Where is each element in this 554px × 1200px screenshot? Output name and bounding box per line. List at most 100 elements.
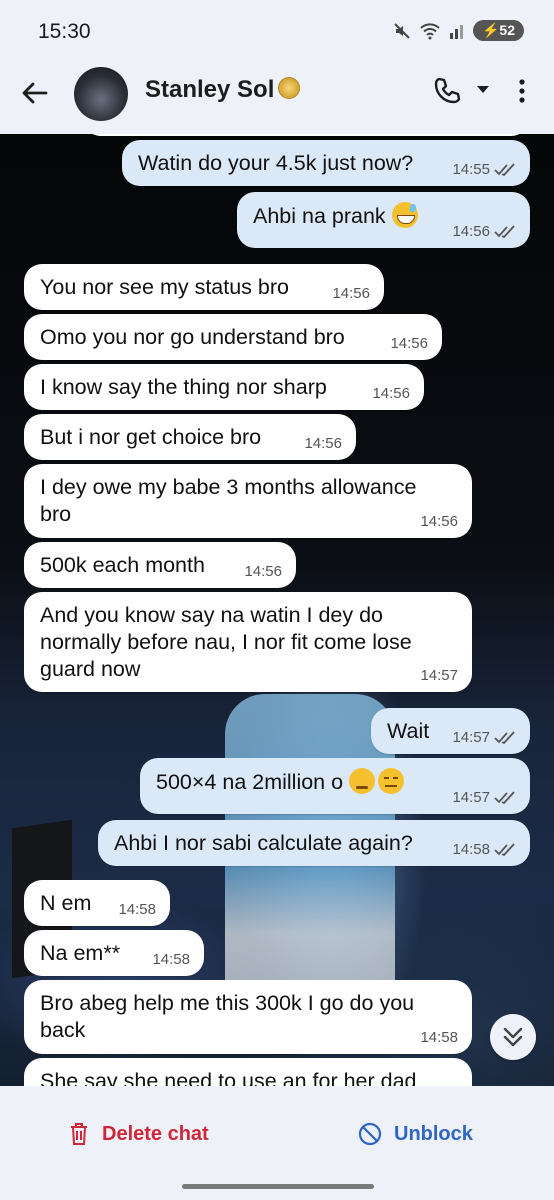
- message-line: I dey owe my babe 3 months allowance: [40, 475, 417, 499]
- message-text: But i nor get choice bro: [40, 425, 262, 449]
- message-meta: 14:56: [452, 223, 516, 240]
- coin-icon: [278, 77, 301, 99]
- message-line: And you know say na watin I dey do: [40, 603, 384, 627]
- status-time: 15:30: [38, 20, 91, 43]
- chat-area[interactable]: Watin do your 4.5k just now? 14:55 Ahbi …: [0, 134, 554, 1086]
- message-time: 14:57: [420, 667, 458, 684]
- signal-icon: [449, 24, 463, 39]
- message-meta: 14:56: [372, 385, 410, 402]
- system-icons: ⚡52: [393, 20, 524, 41]
- double-check-icon: [494, 162, 515, 176]
- chevron-down-icon[interactable]: [474, 80, 492, 98]
- message-meta: 14:56: [390, 335, 428, 352]
- message-text: Ahbi I nor sabi calculate again?: [114, 831, 413, 855]
- message-bubble-partial: [86, 134, 526, 136]
- message-text: Bro abeg help me this 300k I go do you ba…: [40, 990, 414, 1044]
- message-meta: 14:55: [452, 161, 516, 178]
- message-bubble-outgoing[interactable]: Watin do your 4.5k just now? 14:55: [122, 140, 530, 186]
- message-text: Na em**: [40, 941, 121, 965]
- message-bubble-outgoing[interactable]: 500×4 na 2million o 14:57: [140, 758, 530, 814]
- message-time: 14:55: [452, 161, 490, 178]
- unblock-button[interactable]: Unblock: [358, 1122, 473, 1146]
- wifi-icon: [420, 22, 440, 39]
- back-arrow-icon[interactable]: [20, 78, 50, 108]
- message-line: bro: [40, 502, 72, 526]
- message-time: 14:56: [244, 563, 282, 580]
- message-meta: 14:56: [420, 513, 458, 530]
- message-bubble-incoming[interactable]: You nor see my status bro 14:56: [24, 264, 384, 310]
- double-check-icon: [494, 224, 515, 238]
- message-meta: 14:58: [420, 1029, 458, 1046]
- message-bubble-outgoing[interactable]: Ahbi I nor sabi calculate again? 14:58: [98, 820, 530, 866]
- trash-icon: [71, 1123, 87, 1145]
- delete-chat-label: Delete chat: [102, 1122, 209, 1145]
- message-bubble-incoming[interactable]: I dey owe my babe 3 months allowance bro …: [24, 464, 472, 538]
- message-time: 14:56: [332, 285, 370, 302]
- grinning-sweat-emoji: [391, 202, 418, 228]
- message-bubble-incoming[interactable]: But i nor get choice bro 14:56: [24, 414, 356, 460]
- contact-name[interactable]: Stanley Sol: [145, 76, 301, 104]
- message-text: Watin do your 4.5k just now?: [138, 151, 414, 175]
- message-text: You nor see my status bro: [40, 275, 289, 299]
- message-bubble-incoming[interactable]: Bro abeg help me this 300k I go do you ba…: [24, 980, 472, 1054]
- double-chevron-down-icon: [503, 1027, 523, 1047]
- message-text-span: 500×4 na 2million o: [156, 770, 344, 794]
- message-text: N em: [40, 891, 92, 915]
- message-time: 14:56: [420, 513, 458, 530]
- message-line: Bro abeg help me this 300k I go do you: [40, 991, 415, 1015]
- message-meta: 14:58: [452, 841, 516, 858]
- message-time: 14:56: [304, 435, 342, 452]
- message-bubble-outgoing[interactable]: Ahbi na prank 14:56: [237, 192, 530, 248]
- message-text: 500k each month: [40, 553, 205, 577]
- message-time: 14:58: [420, 1029, 458, 1046]
- avatar[interactable]: [74, 67, 128, 121]
- delete-chat-button[interactable]: Delete chat: [68, 1122, 209, 1146]
- message-text: I know say the thing nor sharp: [40, 375, 327, 399]
- phone-icon[interactable]: [432, 76, 462, 106]
- message-text: 500×4 na 2million o: [156, 768, 405, 796]
- message-bubble-outgoing[interactable]: Wait 14:57: [371, 708, 530, 754]
- message-time: 14:56: [452, 223, 490, 240]
- message-time: 14:57: [452, 789, 490, 806]
- block-icon: [358, 1122, 382, 1146]
- unblock-label: Unblock: [394, 1122, 473, 1145]
- message-meta: 14:58: [152, 951, 190, 968]
- status-bar: 15:30 ⚡52: [0, 0, 554, 62]
- message-time: 14:58: [118, 901, 156, 918]
- message-bubble-incoming[interactable]: Omo you nor go understand bro 14:56: [24, 314, 442, 360]
- chat-header: Stanley Sol: [0, 62, 554, 134]
- message-meta: 14:57: [420, 667, 458, 684]
- disappointed-emoji: [349, 768, 376, 794]
- scroll-to-bottom-button[interactable]: [490, 1014, 536, 1060]
- double-check-icon: [494, 842, 515, 856]
- message-bubble-incoming[interactable]: Na em** 14:58: [24, 930, 204, 976]
- message-bubble-incoming[interactable]: I know say the thing nor sharp 14:56: [24, 364, 424, 410]
- message-bubble-incoming[interactable]: 500k each month 14:56: [24, 542, 296, 588]
- message-meta: 14:58: [118, 901, 156, 918]
- message-meta: 14:56: [244, 563, 282, 580]
- double-check-icon: [494, 730, 515, 744]
- message-bubble-incoming[interactable]: She say she need to use an for her dad: [24, 1058, 472, 1086]
- home-indicator[interactable]: [182, 1184, 374, 1189]
- blocked-actions-bar: Delete chat Unblock: [0, 1086, 554, 1200]
- message-text: She say she need to use an for her dad: [40, 1069, 417, 1086]
- message-meta: 14:56: [332, 285, 370, 302]
- message-text: Omo you nor go understand bro: [40, 325, 345, 349]
- double-check-icon: [494, 790, 515, 804]
- message-bubble-incoming[interactable]: N em 14:58: [24, 880, 170, 926]
- message-text: Ahbi na prank: [253, 202, 418, 230]
- more-vertical-icon[interactable]: [512, 76, 532, 106]
- message-meta: 14:57: [452, 789, 516, 806]
- expressionless-emoji: [378, 768, 405, 794]
- message-line: back: [40, 1018, 86, 1042]
- message-time: 14:58: [452, 841, 490, 858]
- battery-level: 52: [499, 22, 515, 38]
- mute-icon: [394, 22, 410, 39]
- message-bubble-incoming[interactable]: And you know say na watin I dey do normal…: [24, 592, 472, 692]
- message-time: 14:56: [372, 385, 410, 402]
- message-time: 14:56: [390, 335, 428, 352]
- message-text-span: Ahbi na prank: [253, 204, 386, 228]
- message-time: 14:57: [452, 729, 490, 746]
- battery-icon: ⚡52: [472, 20, 524, 41]
- message-text: I dey owe my babe 3 months allowance bro: [40, 474, 416, 528]
